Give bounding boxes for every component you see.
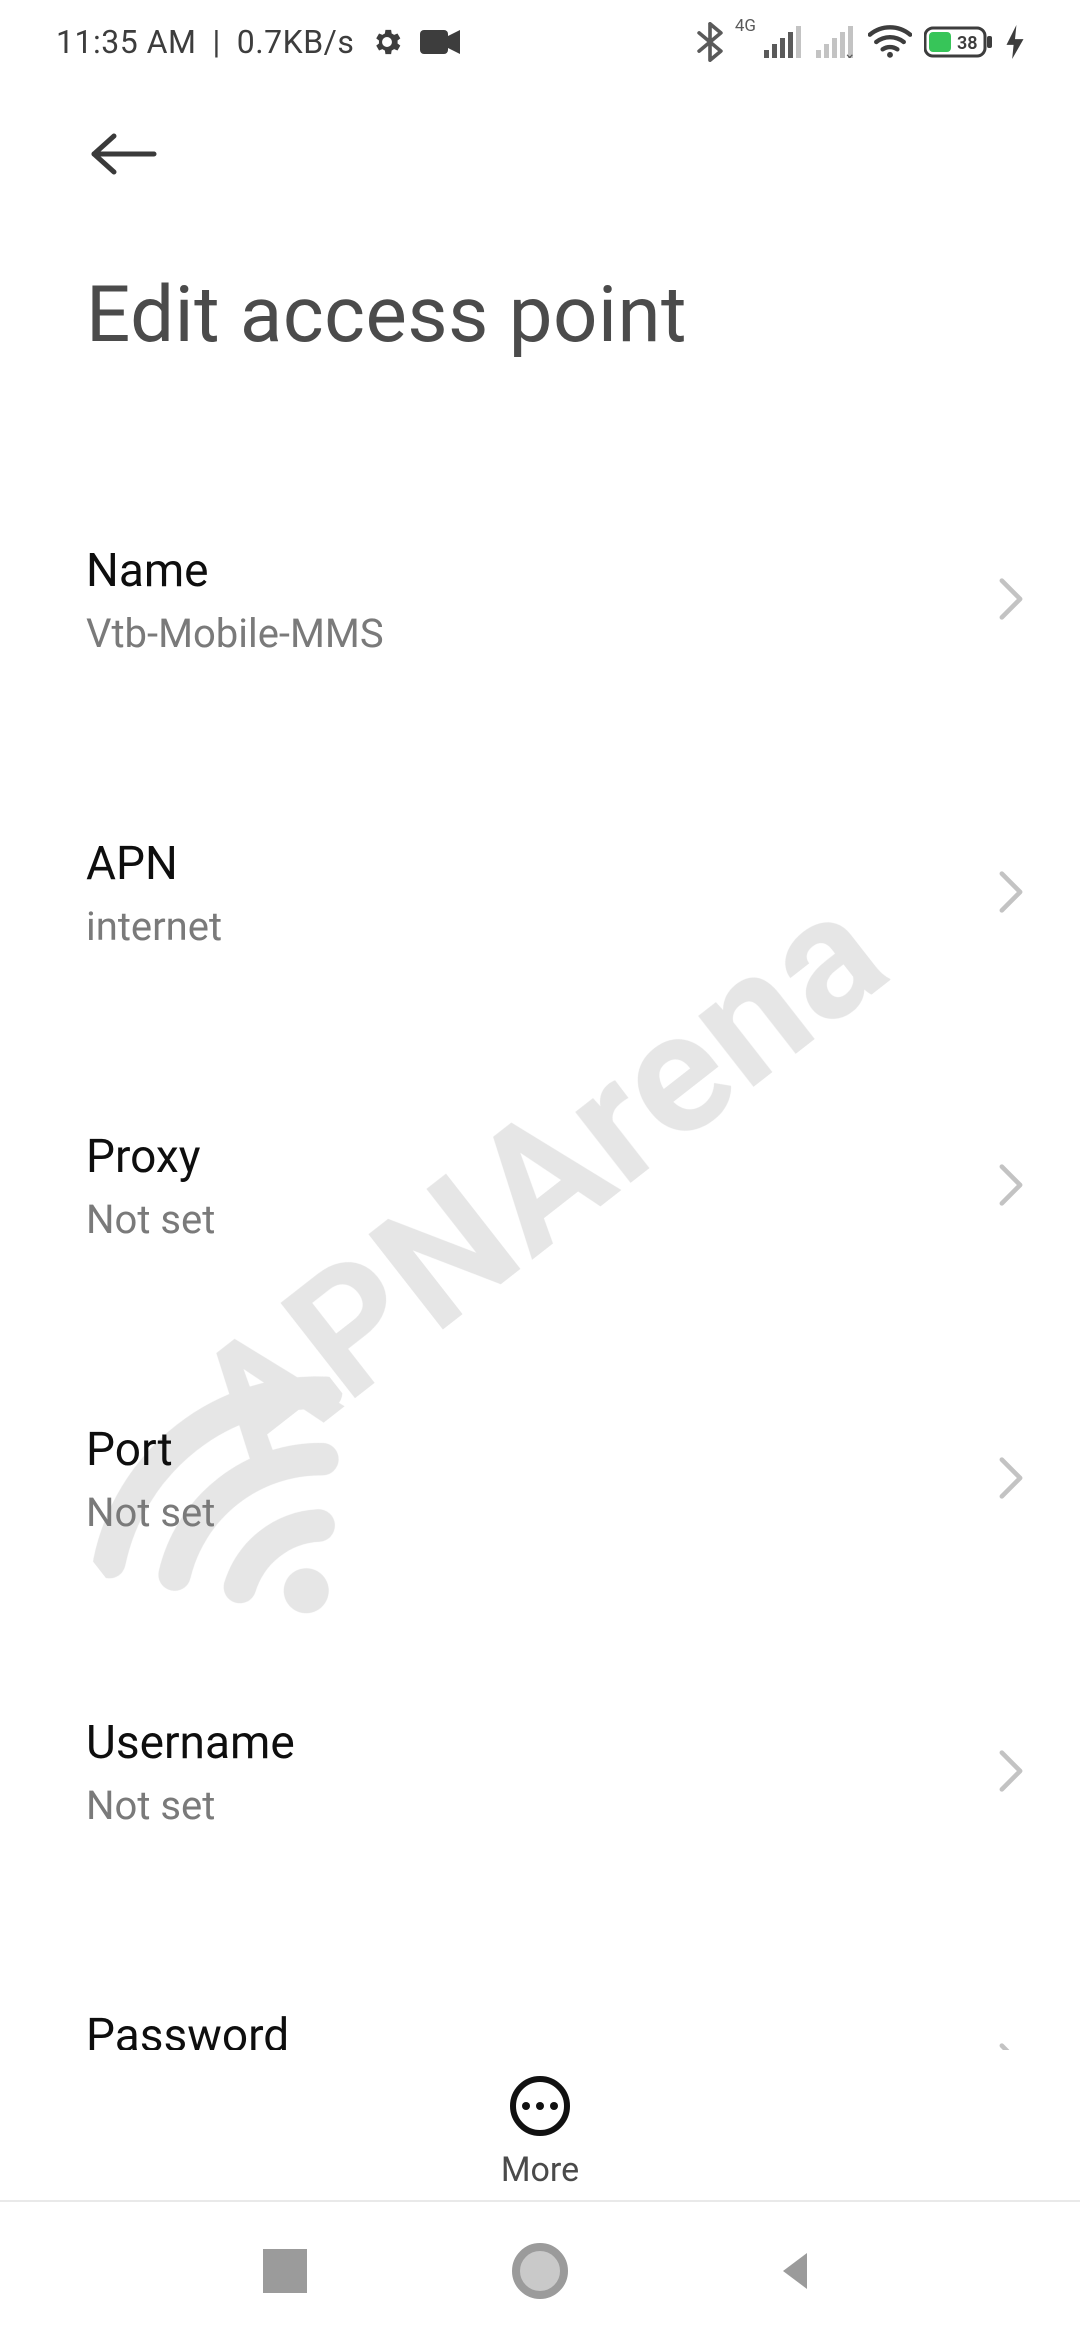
chevron-right-icon — [998, 2042, 1024, 2051]
battery-icon: 38 — [924, 25, 994, 59]
row-value: Vtb-Mobile-MMS — [86, 610, 384, 657]
status-netspeed: 0.7KB/s — [237, 23, 355, 61]
row-name[interactable]: Name Vtb-Mobile-MMS — [86, 508, 1024, 693]
row-value: Not set — [86, 1489, 215, 1536]
chevron-right-icon — [998, 577, 1024, 625]
wifi-icon — [868, 25, 912, 59]
network-type-label: 4G — [735, 16, 756, 36]
chevron-right-icon — [998, 1456, 1024, 1504]
row-apn[interactable]: APN internet — [86, 801, 1024, 986]
row-label: Name — [86, 544, 384, 598]
signal-sim2-icon: × — [816, 26, 856, 58]
status-time: 11:35 AM — [56, 23, 196, 61]
camera-icon — [420, 28, 460, 56]
charging-icon — [1006, 25, 1024, 59]
row-port[interactable]: Port Not set — [86, 1387, 1024, 1572]
arrow-left-icon — [88, 130, 158, 182]
row-value: Not set — [86, 1782, 295, 1829]
row-password[interactable]: Password Not set — [86, 1973, 1024, 2050]
row-label: Port — [86, 1423, 215, 1477]
status-bar: 11:35 AM | 0.7KB/s 4G × — [0, 0, 1080, 80]
svg-text:38: 38 — [957, 33, 978, 54]
row-username[interactable]: Username Not set — [86, 1680, 1024, 1865]
more-button[interactable] — [510, 2076, 570, 2136]
page-title: Edit access point — [86, 270, 1024, 361]
svg-text:×: × — [846, 50, 853, 58]
more-label: More — [501, 2150, 579, 2190]
chevron-right-icon — [998, 870, 1024, 918]
row-value: internet — [86, 903, 222, 950]
gear-icon — [370, 25, 404, 59]
bluetooth-icon — [697, 22, 723, 62]
nav-home-button[interactable] — [512, 2243, 568, 2299]
row-label: Password — [86, 2009, 289, 2050]
chevron-right-icon — [998, 1163, 1024, 1211]
android-navbar — [0, 2200, 1080, 2340]
nav-recents-button[interactable] — [263, 2249, 307, 2293]
row-label: Username — [86, 1716, 295, 1770]
signal-sim1-icon — [764, 26, 804, 58]
row-proxy[interactable]: Proxy Not set — [86, 1094, 1024, 1279]
settings-list: Name Vtb-Mobile-MMS APN internet Proxy N… — [0, 400, 1080, 2050]
row-label: APN — [86, 837, 222, 891]
row-value: Not set — [86, 1196, 215, 1243]
back-button[interactable] — [88, 116, 168, 196]
status-separator: | — [212, 23, 220, 61]
more-icon — [510, 2076, 570, 2136]
row-label: Proxy — [86, 1130, 215, 1184]
chevron-right-icon — [998, 1749, 1024, 1797]
nav-back-button[interactable] — [773, 2249, 817, 2293]
